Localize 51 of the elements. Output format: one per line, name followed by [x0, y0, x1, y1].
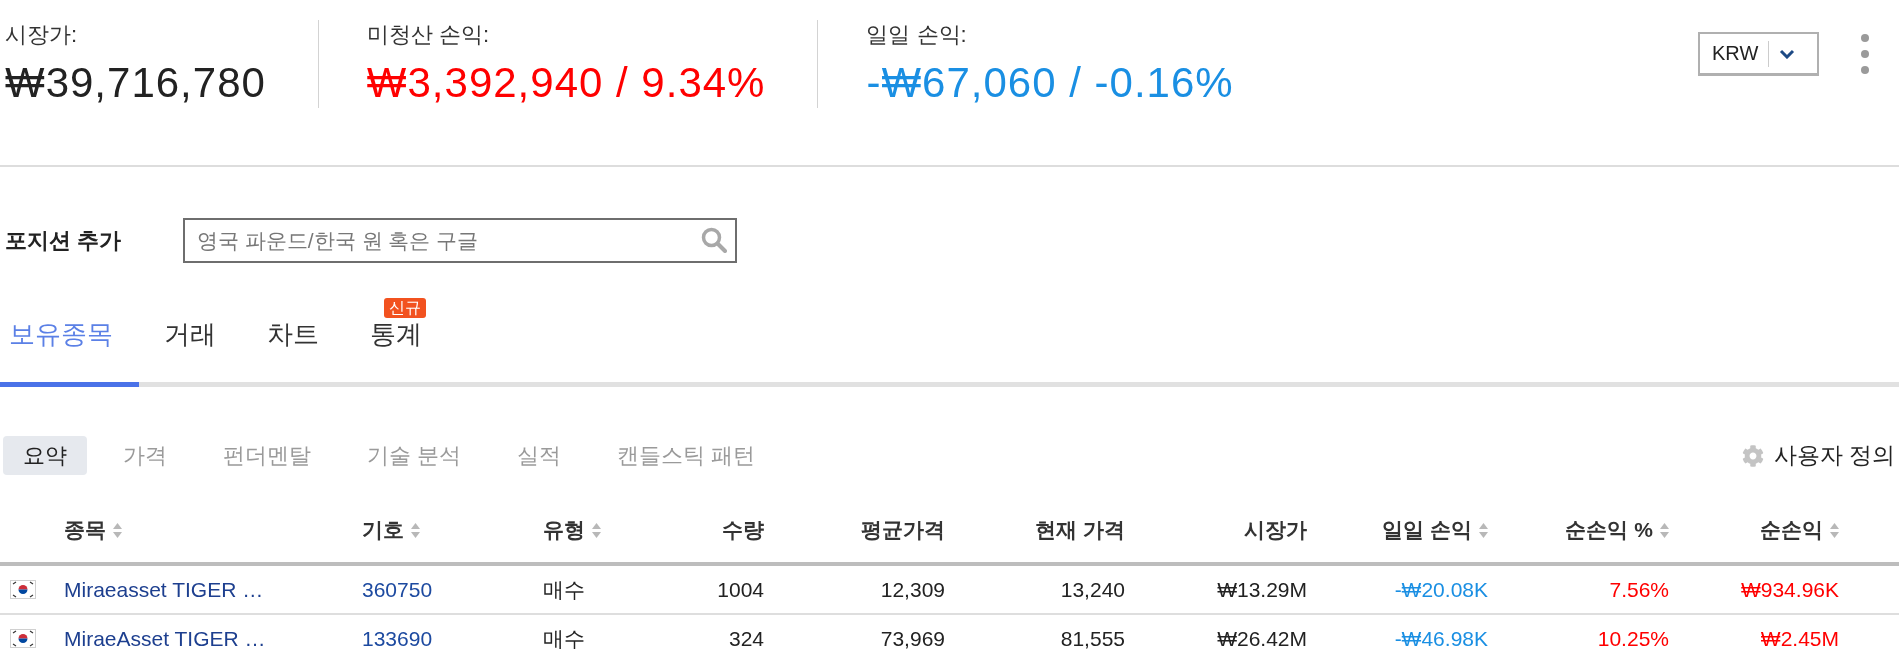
summary-label: 미청산 손익:	[366, 21, 491, 49]
column-header[interactable]: 순손익	[1681, 516, 1851, 544]
column-header: 시장가	[1243, 517, 1308, 543]
column-header[interactable]: 기호	[350, 516, 531, 544]
column-header[interactable]: 일일 손익	[1319, 516, 1500, 544]
currency-dropdown[interactable]: KRW	[1698, 32, 1819, 76]
column-header[interactable]: 순손익 %	[1500, 516, 1681, 544]
column-header: 평균가격	[860, 517, 946, 543]
summary-label: 일일 손익:	[866, 21, 968, 49]
table-cell: 10.25%	[1597, 626, 1669, 651]
summary-value: ₩39,716,780	[5, 58, 266, 108]
summary-label: 시장가:	[5, 21, 79, 49]
table-cell: 12,309	[880, 577, 945, 602]
column-header[interactable]: 유형	[531, 516, 680, 544]
chevron-down-icon	[1779, 48, 1796, 59]
table-cell: ₩26.42M	[1217, 626, 1307, 651]
search-icon	[701, 227, 727, 253]
stock-name-link[interactable]: Miraeasset TIGER …	[64, 577, 264, 602]
table-cell: 13,240	[1060, 577, 1125, 602]
summary-value: ₩3,392,940 / 9.34%	[366, 58, 766, 108]
add-position-label: 포지션 추가	[5, 226, 123, 255]
tab[interactable]: 거래	[155, 292, 242, 387]
symbol-link[interactable]: 133690	[362, 626, 433, 651]
sub-tab[interactable]: 요약	[3, 436, 87, 475]
table-cell: ₩934.96K	[1740, 577, 1839, 602]
table-cell-text: 매수	[543, 625, 585, 652]
settings-icon	[1741, 444, 1764, 467]
tab[interactable]: 보유종목	[0, 292, 139, 387]
customize-button[interactable]: 사용자 정의	[1741, 440, 1895, 471]
new-badge: 신규	[384, 298, 426, 318]
symbol-link[interactable]: 360750	[362, 577, 433, 602]
table-cell: 1004	[717, 577, 764, 602]
column-header: 수량	[721, 517, 765, 543]
stock-name-link[interactable]: MiraeAsset TIGER …	[64, 626, 266, 651]
more-menu-icon[interactable]	[1861, 34, 1869, 74]
summary-value: -₩67,060 / -0.16%	[866, 58, 1234, 108]
table-cell: 81,555	[1060, 626, 1125, 651]
table-cell-text: 매수	[543, 576, 585, 603]
search-field[interactable]: 영국 파운드/한국 원 혹은 구글	[183, 218, 737, 263]
flag-icon	[10, 629, 36, 648]
flag-icon	[10, 580, 36, 599]
tab[interactable]: 차트	[258, 292, 345, 387]
table-cell: ₩13.29M	[1217, 577, 1307, 602]
column-header[interactable]: 종목	[52, 516, 350, 544]
table-cell: -₩20.08K	[1394, 577, 1488, 602]
table-cell: 324	[728, 626, 764, 651]
column-header: 현재 가격	[1034, 517, 1126, 543]
table-cell: -₩46.98K	[1394, 626, 1488, 651]
table-cell: 73,969	[880, 626, 945, 651]
table-cell: ₩2.45M	[1760, 626, 1839, 651]
table-cell: 7.56%	[1609, 577, 1669, 602]
